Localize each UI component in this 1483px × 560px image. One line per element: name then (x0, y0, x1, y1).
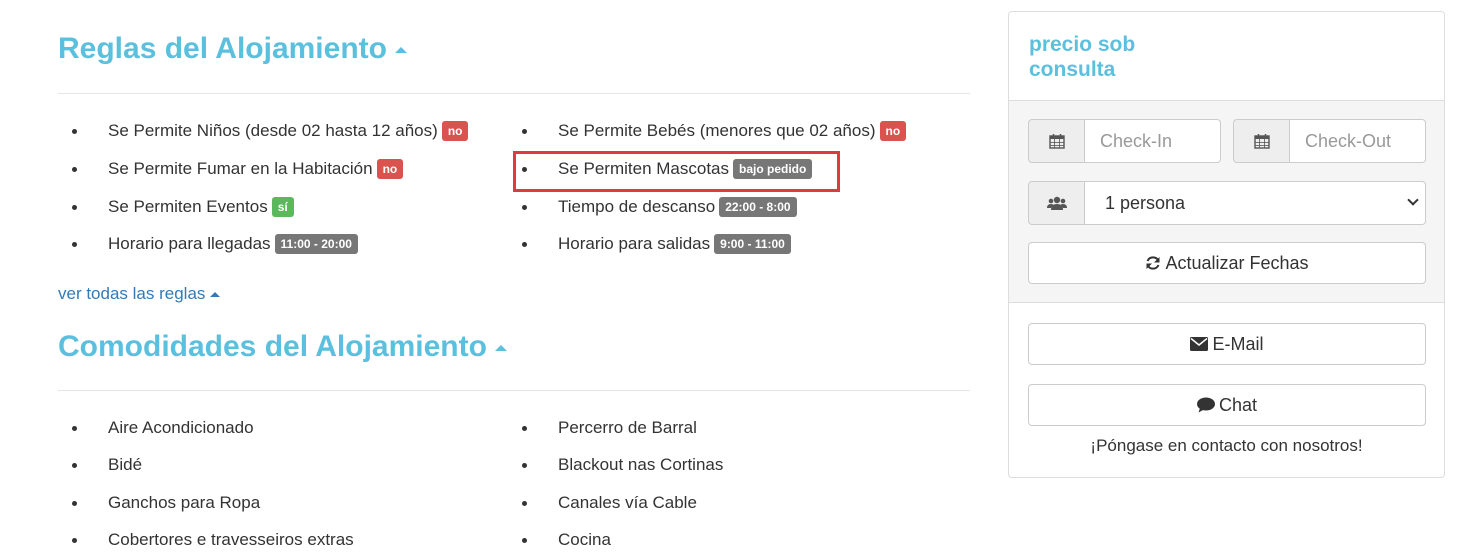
list-item: Blackout nas Cortinas (522, 453, 724, 477)
status-badge: sí (271, 197, 294, 217)
bullet (522, 463, 527, 468)
rule-babies: Se Permite Bebés (menores que 02 años) no (522, 119, 907, 143)
highlight-box (513, 151, 840, 192)
bullet (72, 463, 77, 468)
caret-up-icon (210, 292, 221, 298)
status-badge: no (441, 121, 469, 141)
rule-events: Se Permiten Eventos sí (72, 195, 294, 219)
status-badge: no (376, 159, 404, 179)
time-badge: 11:00 - 20:00 (274, 234, 358, 254)
time-badge: 22:00 - 8:00 (719, 197, 797, 217)
guests-select[interactable]: 1 persona (1085, 181, 1426, 225)
bullet (72, 167, 77, 172)
checkin-input[interactable]: Check-In (1085, 119, 1221, 163)
bullet (522, 205, 527, 210)
rule-label: Se Permiten Eventos (108, 197, 268, 216)
checkin-group: Check-In (1028, 119, 1221, 163)
rules-section-title-text: Reglas del Alojamiento (58, 32, 387, 65)
email-button[interactable]: E-Mail (1028, 323, 1426, 365)
list-item: Ganchos para Ropa (72, 491, 261, 515)
checkout-group: Check-Out (1233, 119, 1426, 163)
bullet (72, 538, 77, 543)
calendar-icon[interactable] (1028, 119, 1085, 163)
amenities-section-title-text: Comodidades del Alojamiento (58, 330, 487, 363)
price-box: precio sob consulta (1009, 12, 1444, 101)
bullet (72, 129, 77, 134)
rule-label: Se Permite Bebés (menores que 02 años) (558, 121, 876, 140)
refresh-icon (1146, 256, 1160, 270)
bullet (72, 501, 77, 506)
guests-group: 1 persona (1028, 181, 1426, 225)
bullet (522, 501, 527, 506)
comment-icon (1196, 397, 1215, 413)
status-badge: no (879, 121, 907, 141)
list-item: Aire Acondicionado (72, 416, 254, 440)
bullet (522, 242, 527, 247)
time-badge: 9:00 - 11:00 (714, 234, 791, 254)
amenities-section-title[interactable]: Comodidades del Alojamiento (58, 330, 507, 364)
list-item: Percerro de Barral (522, 416, 697, 440)
rules-section-title[interactable]: Reglas del Alojamiento (58, 32, 407, 66)
rule-label: Se Permite Fumar en la Habitación (108, 159, 373, 178)
rule-smoking: Se Permite Fumar en la Habitación no (72, 157, 404, 181)
bullet (72, 242, 77, 247)
booking-panel: precio sob consulta Check-In Check-Out 1… (1008, 11, 1445, 478)
see-all-rules-label: ver todas las reglas (58, 284, 206, 303)
users-icon (1028, 181, 1085, 225)
price-text: precio sob consulta (1029, 33, 1136, 81)
amenity-label: Bidé (108, 455, 143, 474)
amenity-label: Canales vía Cable (558, 493, 697, 512)
rule-label: Horario para salidas (558, 234, 711, 253)
list-item: Bidé (72, 453, 143, 477)
list-item: Cobertores e travesseiros extras (72, 528, 354, 552)
rule-label: Se Permite Niños (desde 02 hasta 12 años… (108, 121, 438, 140)
list-item: Canales vía Cable (522, 491, 697, 515)
divider (58, 93, 970, 94)
amenity-label: Percerro de Barral (558, 418, 697, 437)
amenity-label: Blackout nas Cortinas (558, 455, 724, 474)
chevron-down-icon (1407, 194, 1419, 206)
chat-label: Chat (1218, 394, 1258, 415)
rule-label: Tiempo de descanso (558, 197, 716, 216)
amenity-label: Cobertores e travesseiros extras (108, 530, 354, 549)
update-dates-button[interactable]: Actualizar Fechas (1028, 242, 1426, 284)
bullet (72, 426, 77, 431)
guests-select-value: 1 persona (1105, 193, 1186, 213)
bullet (522, 426, 527, 431)
contact-text: ¡Póngase en contacto con nosotros! (1090, 436, 1363, 455)
amenity-label: Ganchos para Ropa (108, 493, 261, 512)
envelope-icon (1190, 337, 1209, 351)
rule-label: Horario para llegadas (108, 234, 271, 253)
divider (58, 390, 970, 391)
checkout-input[interactable]: Check-Out (1290, 119, 1426, 163)
rule-children: Se Permite Niños (desde 02 hasta 12 años… (72, 119, 469, 143)
calendar-icon[interactable] (1233, 119, 1290, 163)
rule-checkout-hours: Horario para salidas 9:00 - 11:00 (522, 232, 791, 256)
caret-up-icon (494, 345, 507, 352)
booking-form: Check-In Check-Out 1 persona Actualizar … (1009, 101, 1444, 303)
rule-checkin-hours: Horario para llegadas 11:00 - 20:00 (72, 232, 358, 256)
bullet (72, 205, 77, 210)
amenity-label: Cocina (558, 530, 611, 549)
list-item: Cocina (522, 528, 611, 552)
update-dates-label: Actualizar Fechas (1165, 252, 1309, 273)
amenity-label: Aire Acondicionado (108, 418, 254, 437)
bullet (522, 538, 527, 543)
rule-quiet-hours: Tiempo de descanso 22:00 - 8:00 (522, 195, 797, 219)
caret-up-icon (394, 47, 407, 54)
bullet (522, 129, 527, 134)
email-label: E-Mail (1212, 333, 1264, 354)
chat-button[interactable]: Chat (1028, 384, 1426, 426)
see-all-rules-link[interactable]: ver todas las reglas (58, 284, 221, 304)
